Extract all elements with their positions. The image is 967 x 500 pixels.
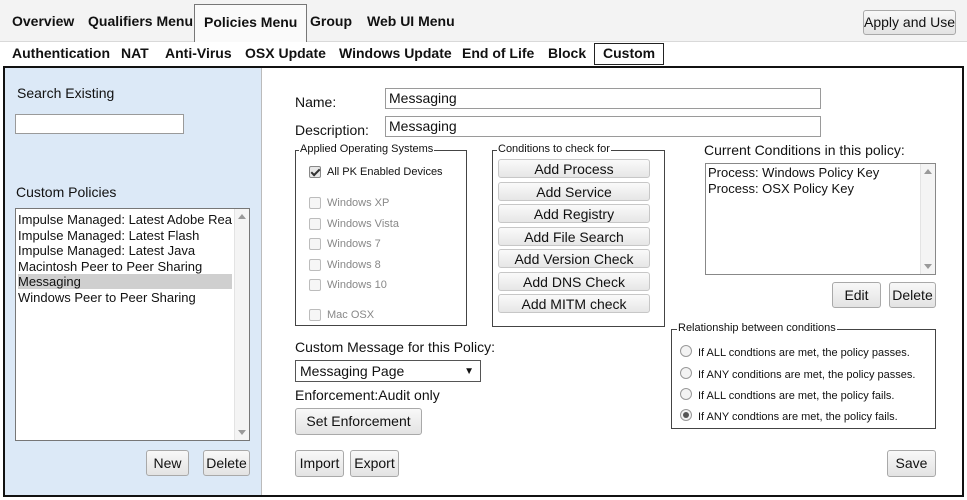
relationship-legend: Relationship between conditions	[677, 322, 837, 334]
search-input[interactable]	[15, 114, 184, 134]
all-devices-label: All PK Enabled Devices	[327, 166, 443, 178]
list-item[interactable]: Windows Peer to Peer Sharing	[18, 290, 196, 305]
relationship-option-radio[interactable]	[680, 367, 692, 379]
scroll-down-icon[interactable]	[238, 430, 246, 435]
set-enforcement-button[interactable]: Set Enforcement	[295, 408, 422, 435]
tab-end-of-life[interactable]: End of Life	[462, 45, 534, 61]
add-mitm-check-button[interactable]: Add MITM check	[498, 294, 650, 313]
custom-message-select[interactable]: Messaging Page ▼	[295, 360, 481, 382]
name-field[interactable]: Messaging	[385, 88, 821, 109]
windows-10-checkbox[interactable]	[309, 279, 321, 291]
list-item[interactable]: Impulse Managed: Latest Java	[18, 243, 195, 258]
tab-osx-update[interactable]: OSX Update	[245, 45, 326, 61]
enforcement-status: Enforcement:Audit only	[295, 387, 440, 403]
dropdown-arrow-icon: ▼	[464, 366, 474, 377]
tab-authentication[interactable]: Authentication	[12, 45, 110, 61]
current-conditions-list[interactable]: Process: Windows Policy Key Process: OSX…	[705, 163, 936, 275]
import-button[interactable]: Import	[295, 450, 344, 477]
description-field[interactable]: Messaging	[385, 116, 821, 137]
condition-item[interactable]: Process: Windows Policy Key	[708, 165, 879, 180]
save-button[interactable]: Save	[887, 450, 936, 477]
relationship-option-label: If ALL condtions are met, the policy pas…	[698, 347, 910, 359]
custom-message-label: Custom Message for this Policy:	[295, 339, 495, 355]
delete-condition-button[interactable]: Delete	[889, 282, 936, 308]
relationship-option-label: If ALL condtions are met, the policy fai…	[698, 390, 895, 402]
export-button[interactable]: Export	[350, 450, 399, 477]
menu-overview[interactable]: Overview	[12, 13, 74, 29]
list-item[interactable]: Impulse Managed: Latest Adobe Rea	[18, 212, 232, 227]
windows-xp-checkbox[interactable]	[309, 197, 321, 209]
windows-xp-label: Windows XP	[327, 197, 390, 209]
windows-10-label: Windows 10	[327, 279, 387, 291]
add-version-check-button[interactable]: Add Version Check	[498, 249, 650, 268]
list-item[interactable]: Macintosh Peer to Peer Sharing	[18, 259, 202, 274]
tab-windows-update[interactable]: Windows Update	[339, 45, 452, 61]
conditions-legend: Conditions to check for	[497, 143, 611, 155]
add-process-button[interactable]: Add Process	[498, 159, 650, 178]
tab-custom[interactable]: Custom	[594, 43, 665, 65]
search-existing-label: Search Existing	[17, 85, 115, 101]
name-label: Name:	[295, 94, 337, 110]
current-conditions-label: Current Conditions in this policy:	[704, 142, 905, 158]
applied-os-legend: Applied Operating Systems	[299, 143, 435, 155]
scroll-up-icon[interactable]	[924, 169, 932, 174]
relationship-option-label: If ANY conditions are met, the policy pa…	[698, 369, 916, 381]
custom-message-selected: Messaging Page	[300, 363, 405, 379]
add-dns-check-button[interactable]: Add DNS Check	[498, 272, 650, 291]
menu-qualifiers[interactable]: Qualifiers Menu	[88, 13, 193, 29]
tab-block[interactable]: Block	[548, 45, 586, 61]
mac-osx-label: Mac OSX	[327, 309, 375, 321]
menu-web-ui[interactable]: Web UI Menu	[367, 13, 455, 29]
windows-vista-label: Windows Vista	[327, 218, 399, 230]
add-registry-button[interactable]: Add Registry	[498, 204, 650, 223]
conditions-scrollbar[interactable]	[920, 164, 935, 274]
scroll-up-icon[interactable]	[238, 214, 246, 219]
windows-vista-checkbox[interactable]	[309, 218, 321, 230]
apply-and-use-button[interactable]: Apply and Use	[863, 10, 956, 35]
custom-policies-label: Custom Policies	[16, 184, 117, 200]
add-file-search-button[interactable]: Add File Search	[498, 227, 650, 246]
all-devices-checkbox[interactable]	[309, 166, 321, 178]
policies-scrollbar[interactable]	[234, 209, 249, 440]
relationship-option-radio[interactable]	[680, 388, 692, 400]
description-label: Description:	[295, 122, 369, 138]
list-item-selected[interactable]: Messaging	[18, 274, 232, 289]
new-policy-button[interactable]: New	[146, 450, 189, 476]
add-service-button[interactable]: Add Service	[498, 182, 650, 201]
windows-7-checkbox[interactable]	[309, 238, 321, 250]
condition-item[interactable]: Process: OSX Policy Key	[708, 181, 854, 196]
relationship-option-radio-selected[interactable]	[680, 409, 692, 421]
windows-7-label: Windows 7	[327, 238, 381, 250]
windows-8-checkbox[interactable]	[309, 259, 321, 271]
scroll-down-icon[interactable]	[924, 264, 932, 269]
tab-nat[interactable]: NAT	[121, 45, 149, 61]
edit-condition-button[interactable]: Edit	[832, 282, 881, 308]
relationship-option-label: If ANY condtions are met, the policy fai…	[698, 411, 898, 423]
menu-group[interactable]: Group	[310, 13, 352, 29]
relationship-option-radio[interactable]	[680, 345, 692, 357]
tab-antivirus[interactable]: Anti-Virus	[165, 45, 232, 61]
menu-policies[interactable]: Policies Menu	[194, 4, 308, 42]
windows-8-label: Windows 8	[327, 259, 381, 271]
delete-policy-button[interactable]: Delete	[203, 450, 250, 476]
custom-policies-list[interactable]: Impulse Managed: Latest Adobe Rea Impuls…	[15, 208, 250, 441]
list-item[interactable]: Impulse Managed: Latest Flash	[18, 228, 199, 243]
mac-osx-checkbox[interactable]	[309, 309, 321, 321]
